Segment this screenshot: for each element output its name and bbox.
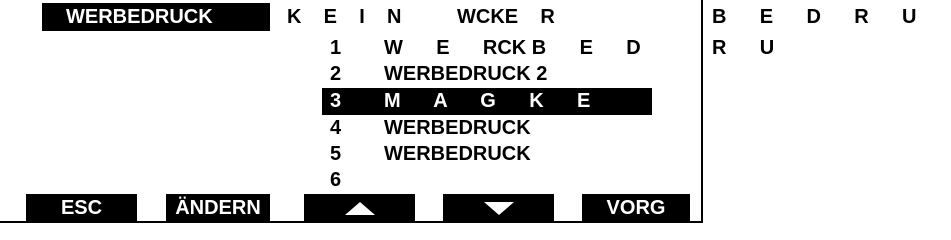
side-text-row-2: R U xyxy=(712,37,775,59)
menu-item-1-number: 1 xyxy=(330,37,342,59)
menu-item-6-number: 6 xyxy=(330,169,342,191)
menu-item-2[interactable]: WERBEDRUCK 2 xyxy=(384,64,547,84)
menu-item-5[interactable]: WERBEDRUCK xyxy=(384,144,531,164)
side-text-row-1: B E D R U xyxy=(712,6,917,28)
esc-button[interactable]: ESC xyxy=(26,194,137,222)
header-scrambled-text: K E I N WCKE R xyxy=(287,6,555,28)
next-button[interactable]: VORG xyxy=(582,194,690,222)
scroll-down-button[interactable] xyxy=(443,194,554,222)
menu-item-3-selected[interactable]: M A G K E xyxy=(384,91,590,111)
title-bar: WERBEDRUCK xyxy=(42,3,270,31)
menu-item-4[interactable]: WERBEDRUCK xyxy=(384,118,531,138)
menu-item-5-number: 5 xyxy=(330,143,342,165)
menu-item-3-number: 3 xyxy=(330,90,342,112)
scroll-up-button[interactable] xyxy=(304,194,415,222)
arrow-down-icon xyxy=(483,202,514,215)
change-button[interactable]: ÄNDERN xyxy=(166,194,270,222)
menu-item-1[interactable]: W E RCK B E D xyxy=(384,38,641,58)
menu-item-4-number: 4 xyxy=(330,117,342,139)
arrow-up-icon xyxy=(344,202,375,215)
menu-item-2-number: 2 xyxy=(330,63,342,85)
